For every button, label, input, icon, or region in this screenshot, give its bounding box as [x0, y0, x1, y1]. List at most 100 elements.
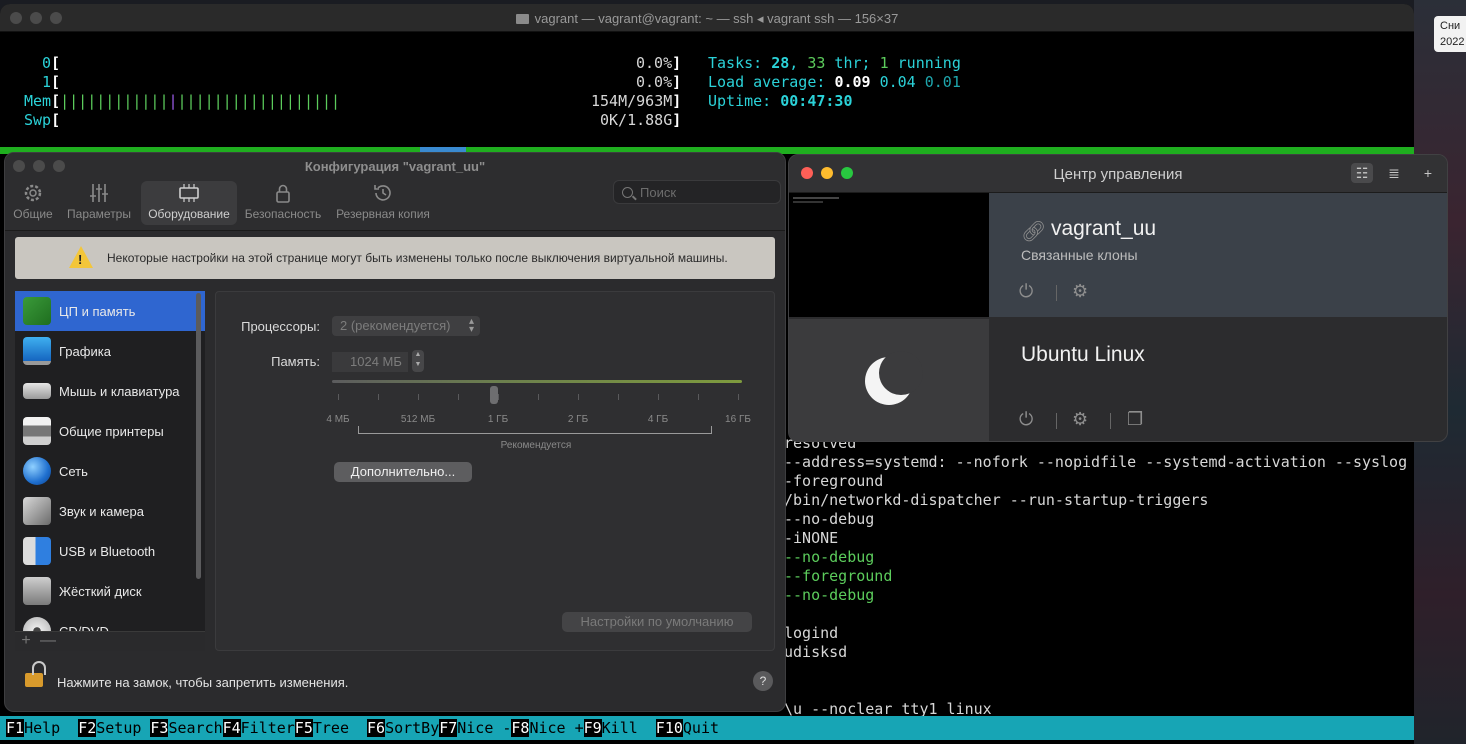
- cpu1-meter: 1[: [42, 73, 61, 91]
- sidebar-item-hard-disk[interactable]: Жёсткий диск: [15, 571, 205, 611]
- scale-tick: [578, 394, 579, 400]
- tab-general[interactable]: Общие: [11, 181, 55, 225]
- sidebar-item-mouse-keyboard[interactable]: Мышь и клавиатура: [15, 371, 205, 411]
- process-line[interactable]: /bin/networkd-dispatcher --run-startup-t…: [784, 491, 1208, 510]
- tab-backup[interactable]: Резервная копия: [335, 181, 431, 225]
- keyboard-icon: [23, 383, 51, 399]
- sidebar-item-network[interactable]: Сеть: [15, 451, 205, 491]
- vm-subtitle: Связанные клоны: [1021, 247, 1138, 263]
- swp-meter: Swp[: [24, 111, 61, 129]
- desktop-file-year: 2022: [1440, 36, 1465, 48]
- desktop-file-name: Сни: [1440, 20, 1461, 32]
- config-title: Конфигурация "vagrant_uu": [304, 159, 486, 174]
- control-center-titlebar[interactable]: Центр управления ☷ ≣ +: [789, 155, 1447, 193]
- fkey-f2[interactable]: F2Setup: [78, 719, 141, 737]
- gear-icon[interactable]: ⚙: [1072, 409, 1088, 430]
- desktop-file-badge[interactable]: Сни 2022: [1434, 16, 1466, 52]
- sidebar-item-cpu-memory[interactable]: ЦП и память: [15, 291, 205, 331]
- vm-suspended-thumbnail: [789, 319, 989, 441]
- memory-field[interactable]: 1024 МБ: [332, 352, 408, 372]
- process-line[interactable]: --foreground: [784, 567, 892, 586]
- power-icon[interactable]: ⏻: [1019, 281, 1033, 302]
- function-key-bar: F1Help F2Setup F3Search F4Filter F5Tree F6…: [0, 716, 1414, 740]
- sidebar-item-printers[interactable]: Общие принтеры: [15, 411, 205, 451]
- sliders-icon: [90, 184, 108, 202]
- process-line[interactable]: --address=systemd: --nofork --nopidfile …: [784, 453, 1407, 472]
- scale-label: 4 ГБ: [647, 414, 669, 425]
- memory-stepper[interactable]: ▲ ▼: [412, 350, 424, 372]
- scale-label: 4 МБ: [326, 414, 350, 425]
- control-center-window[interactable]: Центр управления ☷ ≣ + 🔗︎ vagrant_uu Свя…: [788, 154, 1448, 442]
- gear-icon: [24, 184, 42, 202]
- vm-configuration-window[interactable]: Конфигурация "vagrant_uu" Общие Параметр…: [4, 152, 786, 712]
- fkey-f7[interactable]: F7Nice -: [439, 719, 511, 737]
- tab-security[interactable]: Безопасность: [243, 181, 323, 225]
- processors-select[interactable]: 2 (рекомендуется) ▴ ▾: [332, 316, 480, 336]
- help-button[interactable]: ?: [753, 671, 773, 691]
- process-line[interactable]: -foreground: [784, 472, 883, 491]
- usb-bluetooth-icon: [23, 537, 51, 565]
- lock-icon: [276, 184, 290, 203]
- advanced-button[interactable]: Дополнительно...: [334, 462, 472, 482]
- fkey-f6[interactable]: F6SortBy: [367, 719, 439, 737]
- padlock-icon[interactable]: [25, 661, 46, 687]
- add-vm-icon[interactable]: +: [1417, 163, 1439, 183]
- gear-icon[interactable]: ⚙: [1072, 281, 1088, 302]
- grid-view-icon[interactable]: ☷: [1351, 163, 1373, 183]
- monitor-icon: [23, 337, 51, 365]
- search-input[interactable]: Поиск: [613, 180, 781, 204]
- control-center-title: Центр управления: [1053, 166, 1183, 183]
- process-line[interactable]: --no-debug: [784, 586, 874, 605]
- remove-device-button[interactable]: —: [37, 632, 59, 650]
- tab-hardware[interactable]: Оборудование: [141, 181, 237, 225]
- cpu0-meter: 0[: [42, 54, 61, 72]
- folder-icon: [515, 14, 529, 24]
- fkey-f9[interactable]: F9Kill: [583, 719, 638, 737]
- sidebar-item-sound-camera[interactable]: Звук и камера: [15, 491, 205, 531]
- fkey-f8[interactable]: F8Nice +: [511, 719, 584, 737]
- process-line[interactable]: logind: [784, 624, 838, 643]
- sidebar-item-graphics[interactable]: Графика: [15, 331, 205, 371]
- search-icon: [622, 187, 633, 198]
- recommended-label: Рекомендуется: [500, 440, 572, 451]
- scale-tick: [458, 394, 459, 400]
- vm-screenshot: [789, 193, 989, 317]
- scale-tick: [378, 394, 379, 400]
- process-line[interactable]: --no-debug: [784, 510, 874, 529]
- cpu-icon: [23, 297, 51, 325]
- config-toolbar: Конфигурация "vagrant_uu" Общие Параметр…: [5, 153, 785, 231]
- process-line[interactable]: -iNONE: [784, 529, 838, 548]
- swp-value: 0K/1.88G]: [600, 111, 682, 129]
- sidebar-scrollbar[interactable]: [196, 293, 201, 579]
- vm-name: vagrant_uu: [1051, 217, 1157, 240]
- tasks-line: Tasks: 28, 33 thr; 1 running: [708, 54, 961, 72]
- list-view-icon[interactable]: ≣: [1383, 163, 1405, 183]
- hardware-sidebar[interactable]: ЦП и память Графика Мышь и клавиатура Об…: [15, 291, 205, 651]
- fkey-f1[interactable]: F1Help: [6, 719, 60, 737]
- restore-defaults-button[interactable]: Настройки по умолчанию: [562, 612, 752, 632]
- process-line[interactable]: --no-debug: [784, 548, 874, 567]
- terminal-titlebar[interactable]: vagrant — vagrant@vagrant: ~ — ssh ◂ vag…: [0, 4, 1414, 32]
- add-device-button[interactable]: +: [15, 632, 37, 650]
- snapshots-icon[interactable]: ❐: [1127, 409, 1143, 430]
- scale-tick: [698, 394, 699, 400]
- vm-item-ubuntu-linux[interactable]: Ubuntu Linux ⏻ ⚙ ❐: [789, 319, 1447, 441]
- scale-tick: [658, 394, 659, 400]
- tab-parameters[interactable]: Параметры: [65, 181, 133, 225]
- scale-label: 512 МБ: [400, 414, 436, 425]
- fkey-f3[interactable]: F3Search: [150, 719, 223, 737]
- warning-icon: [69, 246, 93, 268]
- scale-tick: [338, 394, 339, 400]
- printer-icon: [23, 417, 51, 445]
- vm-item-vagrant-uu[interactable]: 🔗︎ vagrant_uu Связанные клоны ⏻ ⚙: [789, 193, 1447, 317]
- fkey-f5[interactable]: F5Tree: [294, 719, 349, 737]
- scale-label: 2 ГБ: [567, 414, 589, 425]
- fkey-f10[interactable]: F10Quit: [655, 719, 719, 737]
- memory-slider-track[interactable]: [332, 380, 742, 383]
- scale-tick: [618, 394, 619, 400]
- process-line[interactable]: udisksd: [784, 643, 847, 662]
- power-icon[interactable]: ⏻: [1019, 409, 1033, 430]
- fkey-f4[interactable]: F4Filter: [222, 719, 295, 737]
- sidebar-item-usb-bluetooth[interactable]: USB и Bluetooth: [15, 531, 205, 571]
- memory-slider-thumb[interactable]: [489, 386, 498, 404]
